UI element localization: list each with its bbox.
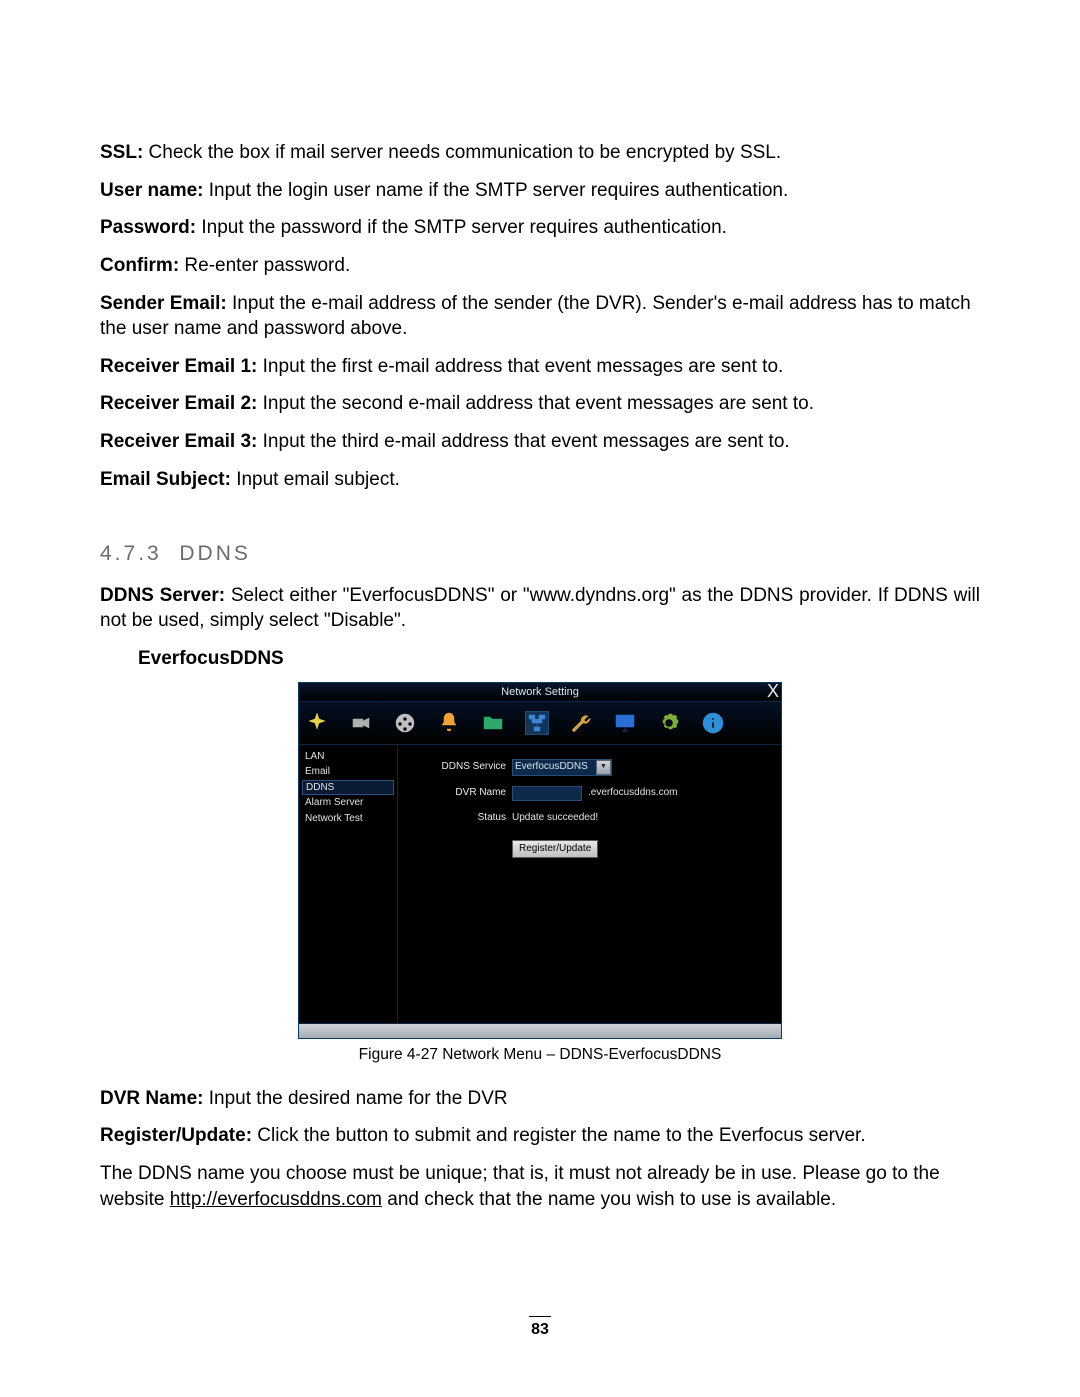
- label-password: Password:: [100, 217, 196, 238]
- sparkle-icon[interactable]: [305, 711, 329, 735]
- sidebar-item-email[interactable]: Email: [299, 764, 397, 780]
- monitor-icon[interactable]: [613, 711, 637, 735]
- select-ddns-service[interactable]: EverfocusDDNS ▼: [512, 759, 612, 776]
- text-unique-post: and check that the name you wish to use …: [382, 1189, 836, 1210]
- bell-icon[interactable]: [437, 711, 461, 735]
- folder-icon[interactable]: [481, 711, 505, 735]
- text-ddns-server: Select either "EverfocusDDNS" or "www.dy…: [100, 585, 980, 632]
- text-receiver2: Input the second e-mail address that eve…: [257, 393, 814, 414]
- label-receiver2: Receiver Email 2:: [100, 393, 257, 414]
- dvr-body: LANEmailDDNSAlarm ServerNetwork Test DDN…: [299, 745, 781, 1024]
- label-ddns-server: DDNS Server:: [100, 585, 225, 606]
- figure-ddns: Network Setting X LANEmailDDNSAlarm Serv…: [100, 682, 980, 1078]
- page-number: 83: [0, 1316, 1080, 1341]
- text-ssl: Check the box if mail server needs commu…: [143, 142, 781, 163]
- dvr-window: Network Setting X LANEmailDDNSAlarm Serv…: [298, 682, 782, 1039]
- section-number: 4.7.3: [100, 542, 162, 565]
- camera-icon[interactable]: [349, 711, 373, 735]
- label-sender: Sender Email:: [100, 293, 227, 314]
- label-ddns-service: DDNS Service: [414, 760, 506, 774]
- para-register-update: Register/Update: Click the button to sub…: [100, 1123, 980, 1149]
- para-ddns-server: DDNS Server: Select either "EverfocusDDN…: [100, 583, 980, 634]
- dvr-toolbar: [299, 701, 781, 745]
- subheading-everfocusddns: EverfocusDDNS: [138, 646, 980, 672]
- info-icon[interactable]: [701, 711, 725, 735]
- close-icon[interactable]: X: [767, 682, 779, 700]
- para-sender: Sender Email: Input the e-mail address o…: [100, 291, 980, 342]
- para-ssl: SSL: Check the box if mail server needs …: [100, 140, 980, 166]
- section-title: DDNS: [179, 542, 251, 565]
- label-dvr-name: DVR Name: [414, 786, 506, 800]
- label-username: User name:: [100, 180, 204, 201]
- label-status: Status: [414, 811, 506, 825]
- sidebar-item-network-test[interactable]: Network Test: [299, 811, 397, 827]
- label-register-update: Register/Update:: [100, 1125, 252, 1146]
- label-receiver1: Receiver Email 1:: [100, 356, 257, 377]
- label-ssl: SSL:: [100, 142, 143, 163]
- dvr-statusbar: [299, 1024, 781, 1038]
- para-receiver2: Receiver Email 2: Input the second e-mai…: [100, 391, 980, 417]
- dvr-window-titlebar: Network Setting X: [299, 683, 781, 701]
- label-dvr-name-post: DVR Name:: [100, 1088, 203, 1109]
- sidebar-item-ddns[interactable]: DDNS: [302, 780, 394, 796]
- text-receiver1: Input the first e-mail address that even…: [257, 356, 783, 377]
- para-subject: Email Subject: Input email subject.: [100, 467, 980, 493]
- document-page: SSL: Check the box if mail server needs …: [0, 0, 1080, 1397]
- para-username: User name: Input the login user name if …: [100, 178, 980, 204]
- figure-caption: Figure 4-27 Network Menu – DDNS-Everfocu…: [359, 1045, 722, 1066]
- section-heading-ddns: 4.7.3 DDNS: [100, 540, 980, 568]
- text-dvr-name-post: Input the desired name for the DVR: [203, 1088, 507, 1109]
- text-receiver3: Input the third e-mail address that even…: [257, 431, 789, 452]
- text-confirm: Re-enter password.: [179, 255, 350, 276]
- wrench-icon[interactable]: [569, 711, 593, 735]
- text-sender: Input the e-mail address of the sender (…: [100, 293, 971, 340]
- text-password: Input the password if the SMTP server re…: [196, 217, 727, 238]
- text-username: Input the login user name if the SMTP se…: [204, 180, 789, 201]
- status-value: Update succeeded!: [512, 811, 598, 825]
- para-dvr-name: DVR Name: Input the desired name for the…: [100, 1086, 980, 1112]
- register-update-button[interactable]: Register/Update: [512, 840, 598, 858]
- label-subject: Email Subject:: [100, 469, 231, 490]
- row-dvr-name: DVR Name .everfocusddns.com: [414, 786, 765, 801]
- sidebar-item-alarm-server[interactable]: Alarm Server: [299, 795, 397, 811]
- dvr-name-suffix: .everfocusddns.com: [588, 786, 678, 800]
- text-register-update: Click the button to submit and register …: [252, 1125, 866, 1146]
- link-everfocusddns[interactable]: http://everfocusddns.com: [170, 1189, 382, 1210]
- chevron-down-icon: ▼: [596, 760, 611, 775]
- dvr-window-title: Network Setting: [501, 686, 579, 698]
- para-receiver1: Receiver Email 1: Input the first e-mail…: [100, 354, 980, 380]
- select-ddns-service-value: EverfocusDDNS: [515, 760, 588, 774]
- row-register-button: Register/Update: [414, 840, 765, 858]
- para-confirm: Confirm: Re-enter password.: [100, 253, 980, 279]
- dvr-sidebar: LANEmailDDNSAlarm ServerNetwork Test: [299, 745, 398, 1023]
- network-icon[interactable]: [525, 711, 549, 735]
- row-ddns-service: DDNS Service EverfocusDDNS ▼: [414, 759, 765, 776]
- para-unique: The DDNS name you choose must be unique;…: [100, 1161, 980, 1212]
- reel-icon[interactable]: [393, 711, 417, 735]
- row-status: Status Update succeeded!: [414, 811, 765, 825]
- para-receiver3: Receiver Email 3: Input the third e-mail…: [100, 429, 980, 455]
- dvr-main-panel: DDNS Service EverfocusDDNS ▼ DVR Name .e…: [398, 745, 781, 1023]
- para-password: Password: Input the password if the SMTP…: [100, 215, 980, 241]
- label-confirm: Confirm:: [100, 255, 179, 276]
- gear-icon[interactable]: [657, 711, 681, 735]
- label-receiver3: Receiver Email 3:: [100, 431, 257, 452]
- input-dvr-name[interactable]: [512, 786, 582, 801]
- sidebar-item-lan[interactable]: LAN: [299, 749, 397, 765]
- text-subject: Input email subject.: [231, 469, 400, 490]
